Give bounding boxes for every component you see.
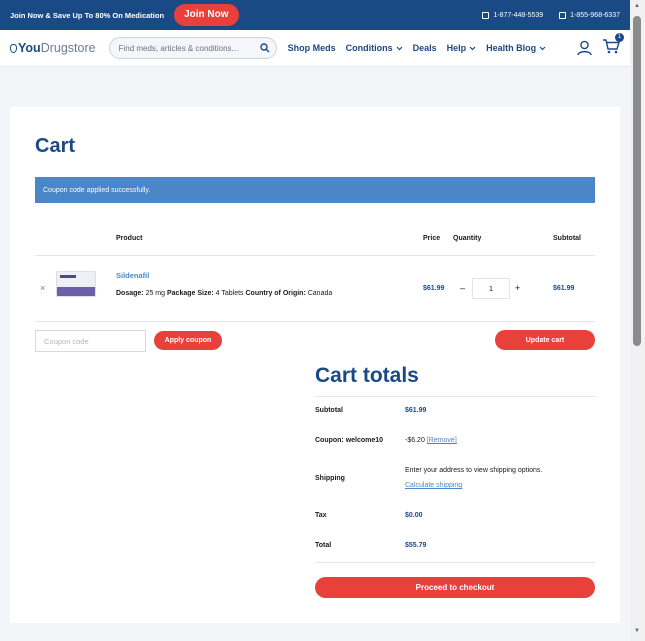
fax-icon [559, 11, 567, 19]
shipping-label: Shipping [315, 475, 345, 482]
apply-coupon-button[interactable]: Apply coupon [154, 331, 222, 350]
tax-label: Tax [315, 512, 327, 519]
calculate-shipping-link[interactable]: Calculate shipping [405, 482, 462, 489]
subtotal-value: $61.99 [405, 407, 427, 414]
search-icon[interactable] [259, 43, 270, 53]
update-cart-button[interactable]: Update cart [495, 330, 595, 350]
product-name-link[interactable]: Sildenafil [116, 271, 149, 280]
quantity-increase-button[interactable]: + [515, 283, 520, 293]
cart-card: Cart Coupon code applied successfully. P… [10, 107, 620, 623]
nav-help[interactable]: Help [447, 43, 477, 53]
product-thumbnail[interactable] [56, 271, 96, 297]
item-price: $61.99 [423, 285, 445, 292]
thumbnail-label-mark [60, 275, 76, 278]
proceed-to-checkout-button[interactable]: Proceed to checkout [315, 577, 595, 598]
account-icon[interactable] [577, 40, 592, 56]
total-value: $55.79 [405, 542, 427, 549]
search-placeholder: Find meds, articles & conditions... [118, 43, 239, 53]
join-now-button[interactable]: Join Now [174, 4, 239, 26]
coupon-success-notice: Coupon code applied successfully. [35, 177, 595, 203]
nav-health-blog-label: Health Blog [486, 43, 537, 53]
main-nav: Shop Meds Conditions Deals Help Health B… [288, 43, 547, 53]
package-size-label: Package Size: [167, 290, 214, 297]
site-logo[interactable]: You Drugstore [10, 41, 96, 55]
scroll-down-arrow-icon[interactable]: ▼ [634, 628, 640, 634]
header-icons: 1 [577, 32, 624, 59]
totals-divider [315, 562, 595, 563]
origin-value: Canada [307, 290, 333, 297]
item-subtotal: $61.99 [553, 285, 575, 292]
promo-text: Join Now & Save Up To 80% On Medication [10, 10, 165, 20]
top-promo-bar: Join Now & Save Up To 80% On Medication … [0, 0, 630, 30]
scrollbar-thumb[interactable] [633, 16, 641, 346]
origin-label: Country of Origin: [245, 290, 306, 297]
table-divider [35, 321, 595, 322]
tax-value: $0.00 [405, 512, 423, 519]
quantity-input[interactable]: 1 [472, 278, 510, 299]
phone-icon [482, 11, 490, 19]
logo-mark-icon [10, 43, 17, 53]
dosage-label: Dosage: [116, 290, 144, 297]
nav-health-blog[interactable]: Health Blog [486, 43, 546, 53]
coupon-discount: -$6.20 [Remove] [405, 437, 457, 444]
site-header: You Drugstore Find meds, articles & cond… [0, 30, 630, 67]
chevron-down-icon [469, 46, 476, 50]
nav-conditions[interactable]: Conditions [346, 43, 403, 53]
package-size-value: 4 Tablets [215, 290, 244, 297]
coupon-code-input[interactable]: Coupon code [35, 330, 146, 352]
nav-help-label: Help [446, 43, 467, 53]
nav-shop-meds-label: Shop Meds [287, 43, 336, 53]
subtotal-label: Subtotal [315, 407, 343, 414]
column-header-quantity: Quantity [453, 235, 482, 242]
nav-conditions-label: Conditions [345, 43, 393, 53]
column-header-subtotal: Subtotal [553, 235, 581, 242]
scroll-up-arrow-icon[interactable]: ▲ [634, 3, 640, 9]
phone-link-2[interactable]: 1-855-968-6337 [559, 11, 620, 19]
cart-totals-title: Cart totals [315, 364, 419, 387]
phone-numbers: 1-877-448-5539 1-855-968-6337 [482, 11, 620, 19]
dosage-value: 25 mg [145, 290, 166, 297]
chevron-down-icon [539, 46, 546, 50]
total-label: Total [315, 542, 332, 549]
remove-item-button[interactable]: × [40, 283, 45, 293]
column-header-price: Price [423, 235, 441, 242]
chevron-down-icon [396, 46, 403, 50]
nav-deals[interactable]: Deals [413, 43, 437, 53]
column-header-product: Product [116, 235, 143, 242]
nav-deals-label: Deals [412, 43, 437, 53]
search-input[interactable]: Find meds, articles & conditions... [108, 37, 277, 59]
page-title: Cart [35, 135, 76, 157]
shipping-note: Enter your address to view shipping opti… [405, 467, 543, 474]
cart-link[interactable]: 1 [602, 32, 624, 59]
nav-shop-meds[interactable]: Shop Meds [288, 43, 336, 53]
thumbnail-band [57, 287, 95, 296]
cart-count-badge: 1 [615, 32, 624, 42]
logo-text-light: Drugstore [40, 41, 96, 55]
phone-link-1[interactable]: 1-877-448-5539 [482, 11, 544, 19]
coupon-label: Coupon: welcome10 [315, 437, 384, 444]
remove-coupon-link[interactable]: [Remove] [427, 437, 457, 444]
totals-divider [315, 396, 595, 397]
product-meta: Dosage: 25 mg Package Size: 4 Tablets Co… [116, 290, 332, 297]
phone-number-2: 1-855-968-6337 [570, 11, 620, 19]
coupon-discount-value: -$6.20 [405, 437, 425, 444]
quantity-decrease-button[interactable]: – [460, 283, 465, 293]
table-divider [35, 255, 595, 256]
logo-text-bold: You [18, 41, 41, 55]
phone-number-1: 1-877-448-5539 [493, 11, 544, 19]
